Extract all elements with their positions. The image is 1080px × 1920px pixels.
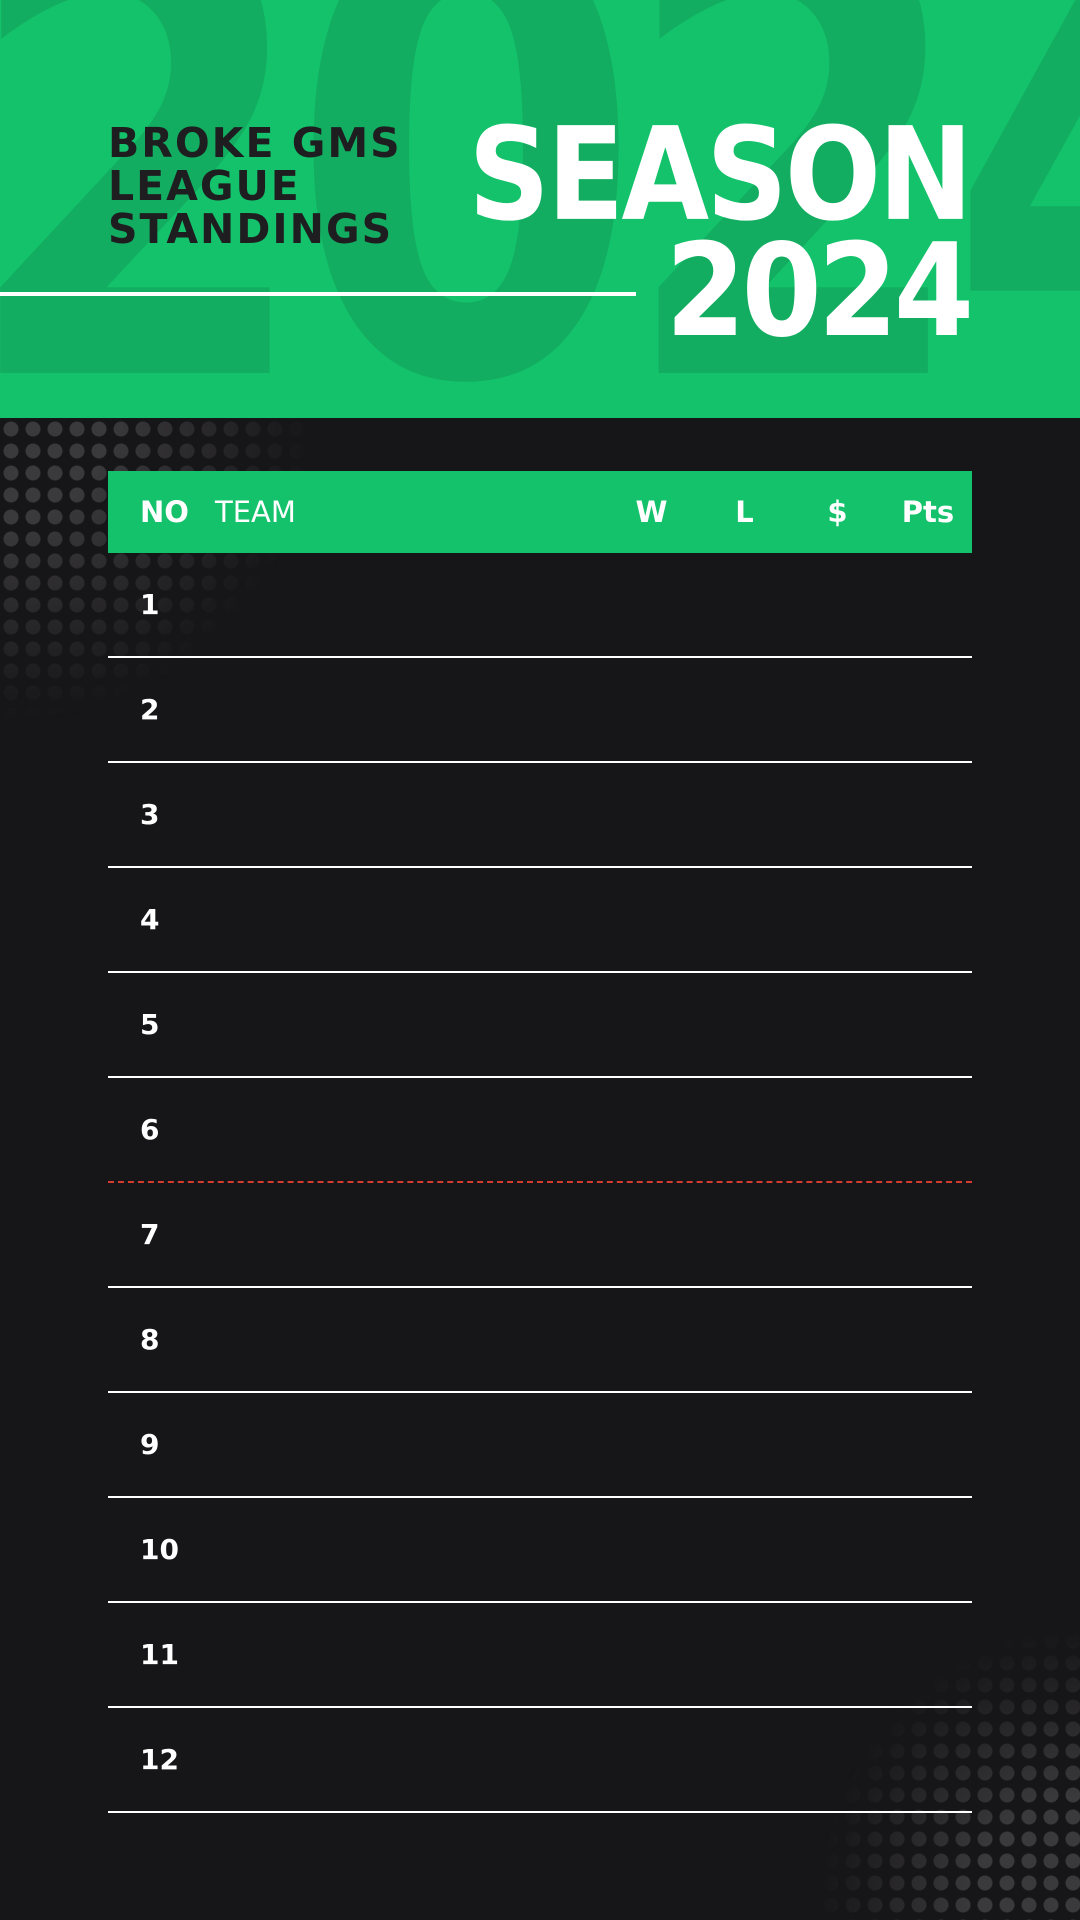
standings-table: NO TEAM W L $ Pts 1 2 3 4 5 6 7 8 9 10 1… [108,471,972,1813]
title-line-2: LEAGUE [108,162,301,210]
table-row: 2 [108,658,972,763]
header-divider [0,292,636,296]
page-title: BROKE GMS LEAGUE STANDINGS [108,122,402,251]
table-row: 9 [108,1393,972,1498]
row-number: 12 [140,1743,179,1776]
table-row: 5 [108,973,972,1078]
table-row: 3 [108,763,972,868]
column-header-points: Pts [901,495,955,529]
row-number: 11 [140,1638,179,1671]
row-number: 10 [140,1533,179,1566]
column-header-money: $ [827,495,848,529]
row-number: 9 [140,1428,160,1461]
row-number: 6 [140,1113,160,1146]
row-number: 7 [140,1218,160,1251]
season-header: 2024 BROKE GMS LEAGUE STANDINGS SEASON 2… [0,0,1080,418]
table-row: 1 [108,553,972,658]
column-header-losses: L [735,495,754,529]
row-number: 8 [140,1323,160,1356]
column-header-no: NO [140,495,189,529]
table-row: 12 [108,1708,972,1813]
table-row: 7 [108,1183,972,1288]
row-number: 5 [140,1008,160,1041]
table-row-cutoff: 6 [108,1078,972,1183]
table-row: 10 [108,1498,972,1603]
table-body: 1 2 3 4 5 6 7 8 9 10 11 12 [108,553,972,1813]
table-row: 8 [108,1288,972,1393]
row-number: 2 [140,693,160,726]
table-row: 11 [108,1603,972,1708]
column-header-team: TEAM [215,495,296,529]
title-line-1: BROKE GMS [108,119,402,167]
row-number: 4 [140,903,160,936]
table-header: NO TEAM W L $ Pts [108,471,972,553]
title-line-3: STANDINGS [108,205,394,253]
season-year: 2024 [665,217,974,366]
row-number: 3 [140,798,160,831]
column-header-wins: W [635,495,668,529]
row-number: 1 [140,588,160,621]
table-row: 4 [108,868,972,973]
